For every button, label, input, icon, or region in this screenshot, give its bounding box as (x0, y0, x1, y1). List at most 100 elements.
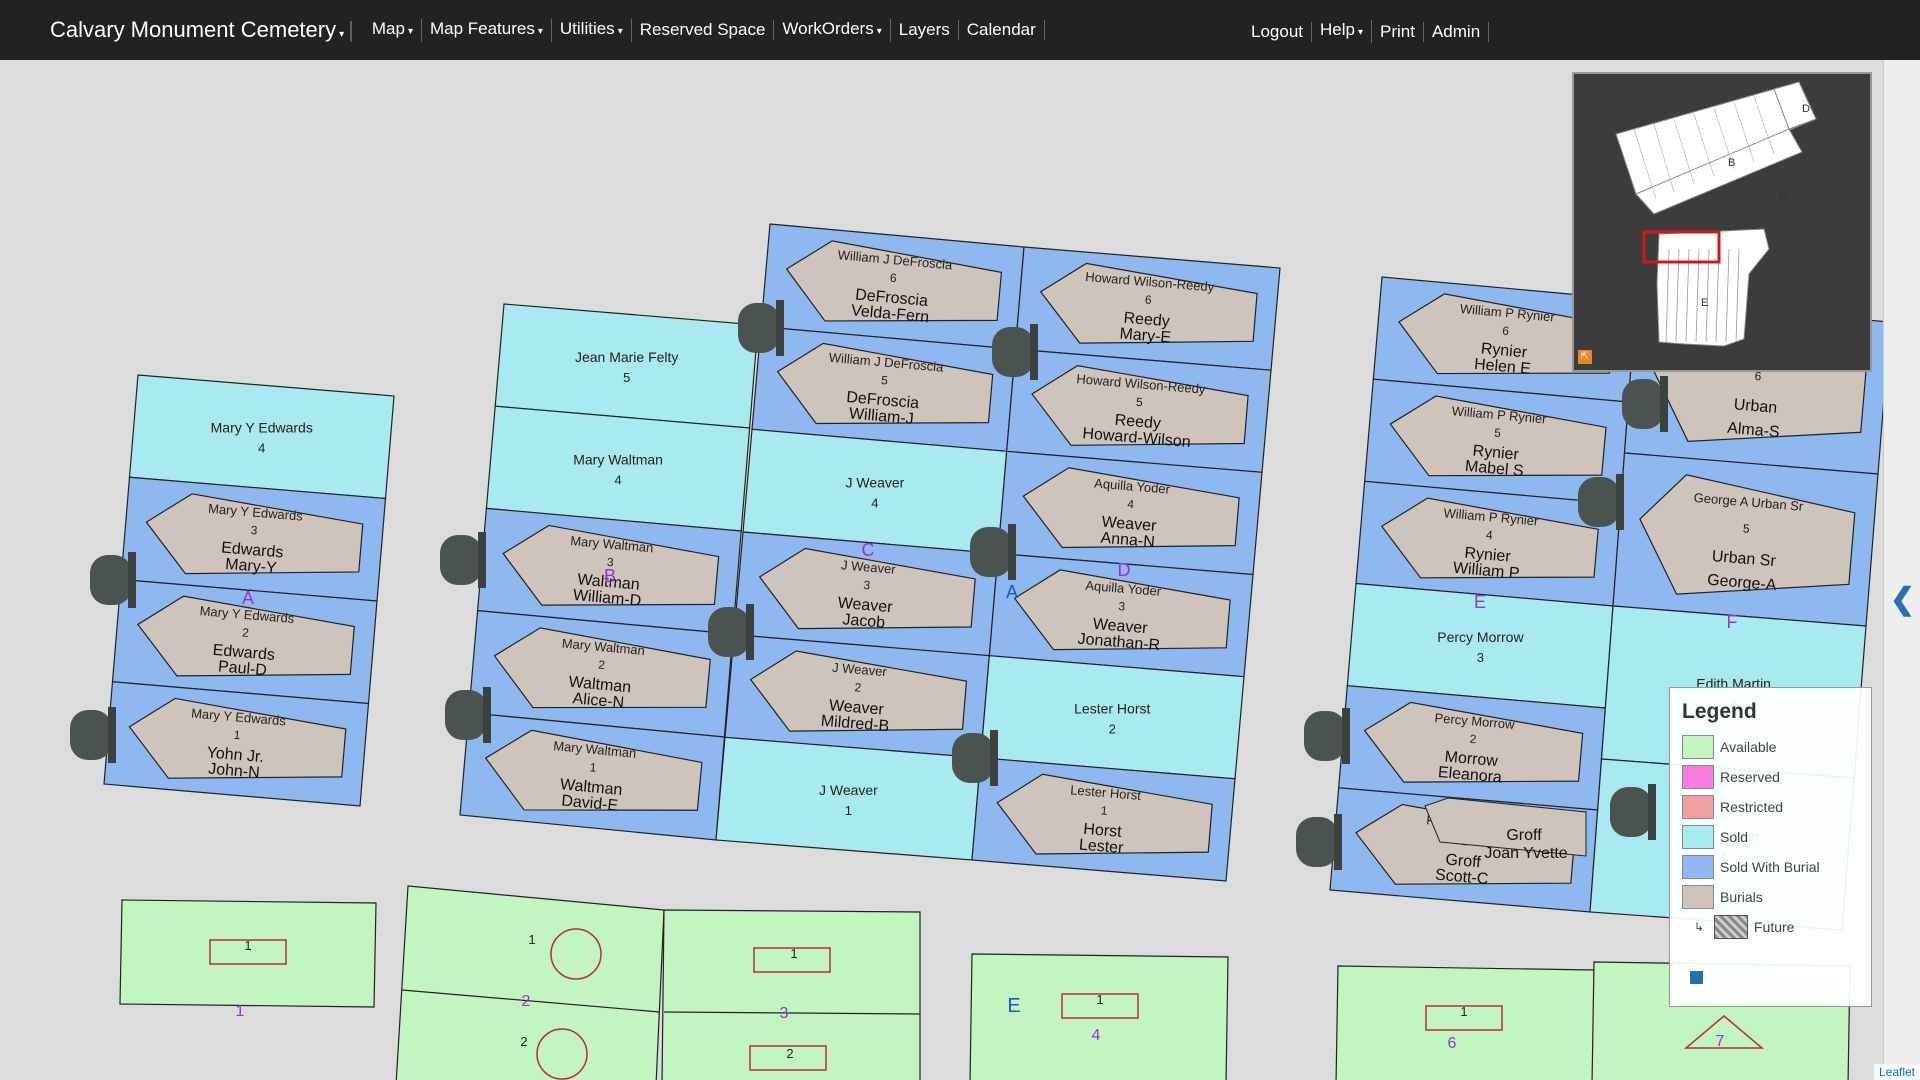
plot-owner: Lester Horst (1074, 700, 1150, 716)
sub-arrow-icon: ↳ (1694, 920, 1705, 934)
headstone-base (483, 687, 491, 743)
section-letter: D (1118, 560, 1131, 580)
headstone-icon[interactable] (970, 524, 1016, 580)
section-2: 1 2 2 (395, 885, 665, 1080)
section-4: 1 4 E (969, 953, 1229, 1080)
headstone-body (1578, 477, 1620, 527)
plot-owner: Percy Morrow (1437, 629, 1524, 645)
headstone-icon[interactable] (708, 604, 754, 660)
legend-item-reserved: Reserved (1682, 762, 1859, 792)
caret-down-icon: ▾ (617, 25, 623, 37)
nav-print[interactable]: Print (1372, 21, 1424, 42)
burial-given-name: Jacob (842, 611, 886, 632)
nav-map-features[interactable]: Map Features ▾ (422, 18, 552, 42)
caret-down-icon: ▾ (537, 25, 543, 37)
headstone-base (1342, 708, 1350, 764)
headstone-icon[interactable] (952, 730, 998, 786)
headstone-body (440, 535, 482, 585)
headstone-body (992, 327, 1034, 377)
minimap-label-b: B (1728, 157, 1735, 169)
headstone-icon[interactable] (90, 552, 136, 608)
minimap-toggle-icon[interactable]: ⇱ (1578, 350, 1592, 364)
nav-utilities[interactable]: Utilities ▾ (552, 18, 632, 42)
section-number: 4 (1092, 1027, 1101, 1044)
plot-number: 2 (1109, 721, 1116, 736)
headstone-base (108, 707, 116, 763)
headstone-base (478, 532, 486, 588)
nav-logout[interactable]: Logout (1243, 21, 1312, 42)
plot[interactable] (395, 885, 665, 1080)
nav-workorders[interactable]: WorkOrders ▾ (774, 18, 891, 42)
caret-down-icon: ▾ (876, 25, 882, 37)
plot-number: 4 (614, 472, 621, 487)
headstone-icon[interactable] (70, 707, 116, 763)
headstone-icon[interactable] (1622, 376, 1668, 432)
plot[interactable] (969, 953, 1229, 1080)
headstone-body (1304, 711, 1346, 761)
plot-owner: Jean Marie Felty (575, 349, 678, 365)
section-letter: A (1006, 582, 1018, 602)
section-letter: A (242, 588, 254, 608)
nav-left: Calvary Monument Cemetery ▾ | Map ▾ Map Fea… (0, 17, 1045, 43)
headstone-base (1008, 524, 1016, 580)
headstone-base (1648, 784, 1656, 840)
headstone-icon[interactable] (1304, 708, 1350, 764)
plot[interactable] (980, 655, 1245, 780)
caret-down-icon: ▾ (407, 25, 413, 37)
minimap-canvas[interactable]: D B C E (1574, 74, 1870, 370)
section-number: 3 (780, 1005, 789, 1022)
legend-item-burials: Burials (1682, 882, 1859, 912)
minimap[interactable]: D B C E ⇱ (1572, 72, 1872, 372)
section-number: 1 (236, 1003, 245, 1020)
legend-item-sold: Sold (1682, 822, 1859, 852)
nav-help[interactable]: Help ▾ (1312, 20, 1372, 43)
chevron-left-icon[interactable]: ❮ (1890, 582, 1915, 617)
nav-reserved-space[interactable]: Reserved Space (632, 20, 775, 40)
legend-item-available: Available (1682, 732, 1859, 762)
section-letter: F (1727, 612, 1738, 632)
plot[interactable] (715, 736, 982, 861)
nav-right: Logout Help ▾ Print Admin (1243, 20, 1490, 43)
headstone-base (1334, 814, 1342, 870)
nav-map[interactable]: Map ▾ (364, 18, 422, 42)
minimap-label-e: E (1701, 297, 1708, 309)
headstone-body (708, 607, 750, 657)
section-number: 2 (522, 993, 531, 1010)
plot-number: 5 (623, 370, 630, 385)
legend-swatch-reserved (1682, 765, 1714, 789)
section-number: 6 (1448, 1035, 1457, 1052)
brand-menu[interactable]: Calvary Monument Cemetery ▾ | (50, 17, 354, 43)
legend-toggle-icon[interactable] (1690, 971, 1703, 984)
plot-owner: Mary Waltman (573, 451, 663, 467)
nav-calendar[interactable]: Calendar (959, 20, 1045, 40)
legend-title: Legend (1682, 700, 1757, 723)
nav-admin[interactable]: Admin (1424, 21, 1490, 42)
headstone-body (1622, 379, 1664, 429)
leaflet-attribution[interactable]: Leaflet (1873, 1064, 1920, 1080)
headstone-icon[interactable] (738, 300, 784, 356)
headstone-body (738, 303, 780, 353)
caret-down-icon: ▾ (1357, 27, 1363, 38)
top-navbar: Calvary Monument Cemetery ▾ | Map ▾ Map Fea… (0, 0, 1920, 60)
headstone-icon[interactable] (1296, 814, 1342, 870)
plot-number: 3 (1477, 650, 1484, 665)
headstone-base (1030, 324, 1038, 380)
headstone-icon[interactable] (445, 687, 491, 743)
section-number: 7 (1716, 1033, 1725, 1050)
plot-number: 4 (258, 441, 265, 456)
headstone-icon[interactable] (1610, 784, 1656, 840)
marker-label: 1 (528, 932, 535, 947)
marker-label: 2 (786, 1046, 793, 1061)
nav-layers[interactable]: Layers (891, 20, 959, 40)
marker-label: 2 (520, 1034, 527, 1049)
section-letter: E (1474, 592, 1486, 612)
plot[interactable] (119, 899, 377, 1008)
headstone-icon[interactable] (992, 324, 1038, 380)
headstone-icon[interactable] (1578, 474, 1624, 530)
plot[interactable] (1335, 965, 1595, 1080)
headstone-base (990, 730, 998, 786)
minimap-label-d: D (1802, 103, 1810, 115)
minimap-label-c: C (1779, 191, 1787, 203)
headstone-icon[interactable] (440, 532, 486, 588)
marker-label: 1 (244, 938, 251, 953)
